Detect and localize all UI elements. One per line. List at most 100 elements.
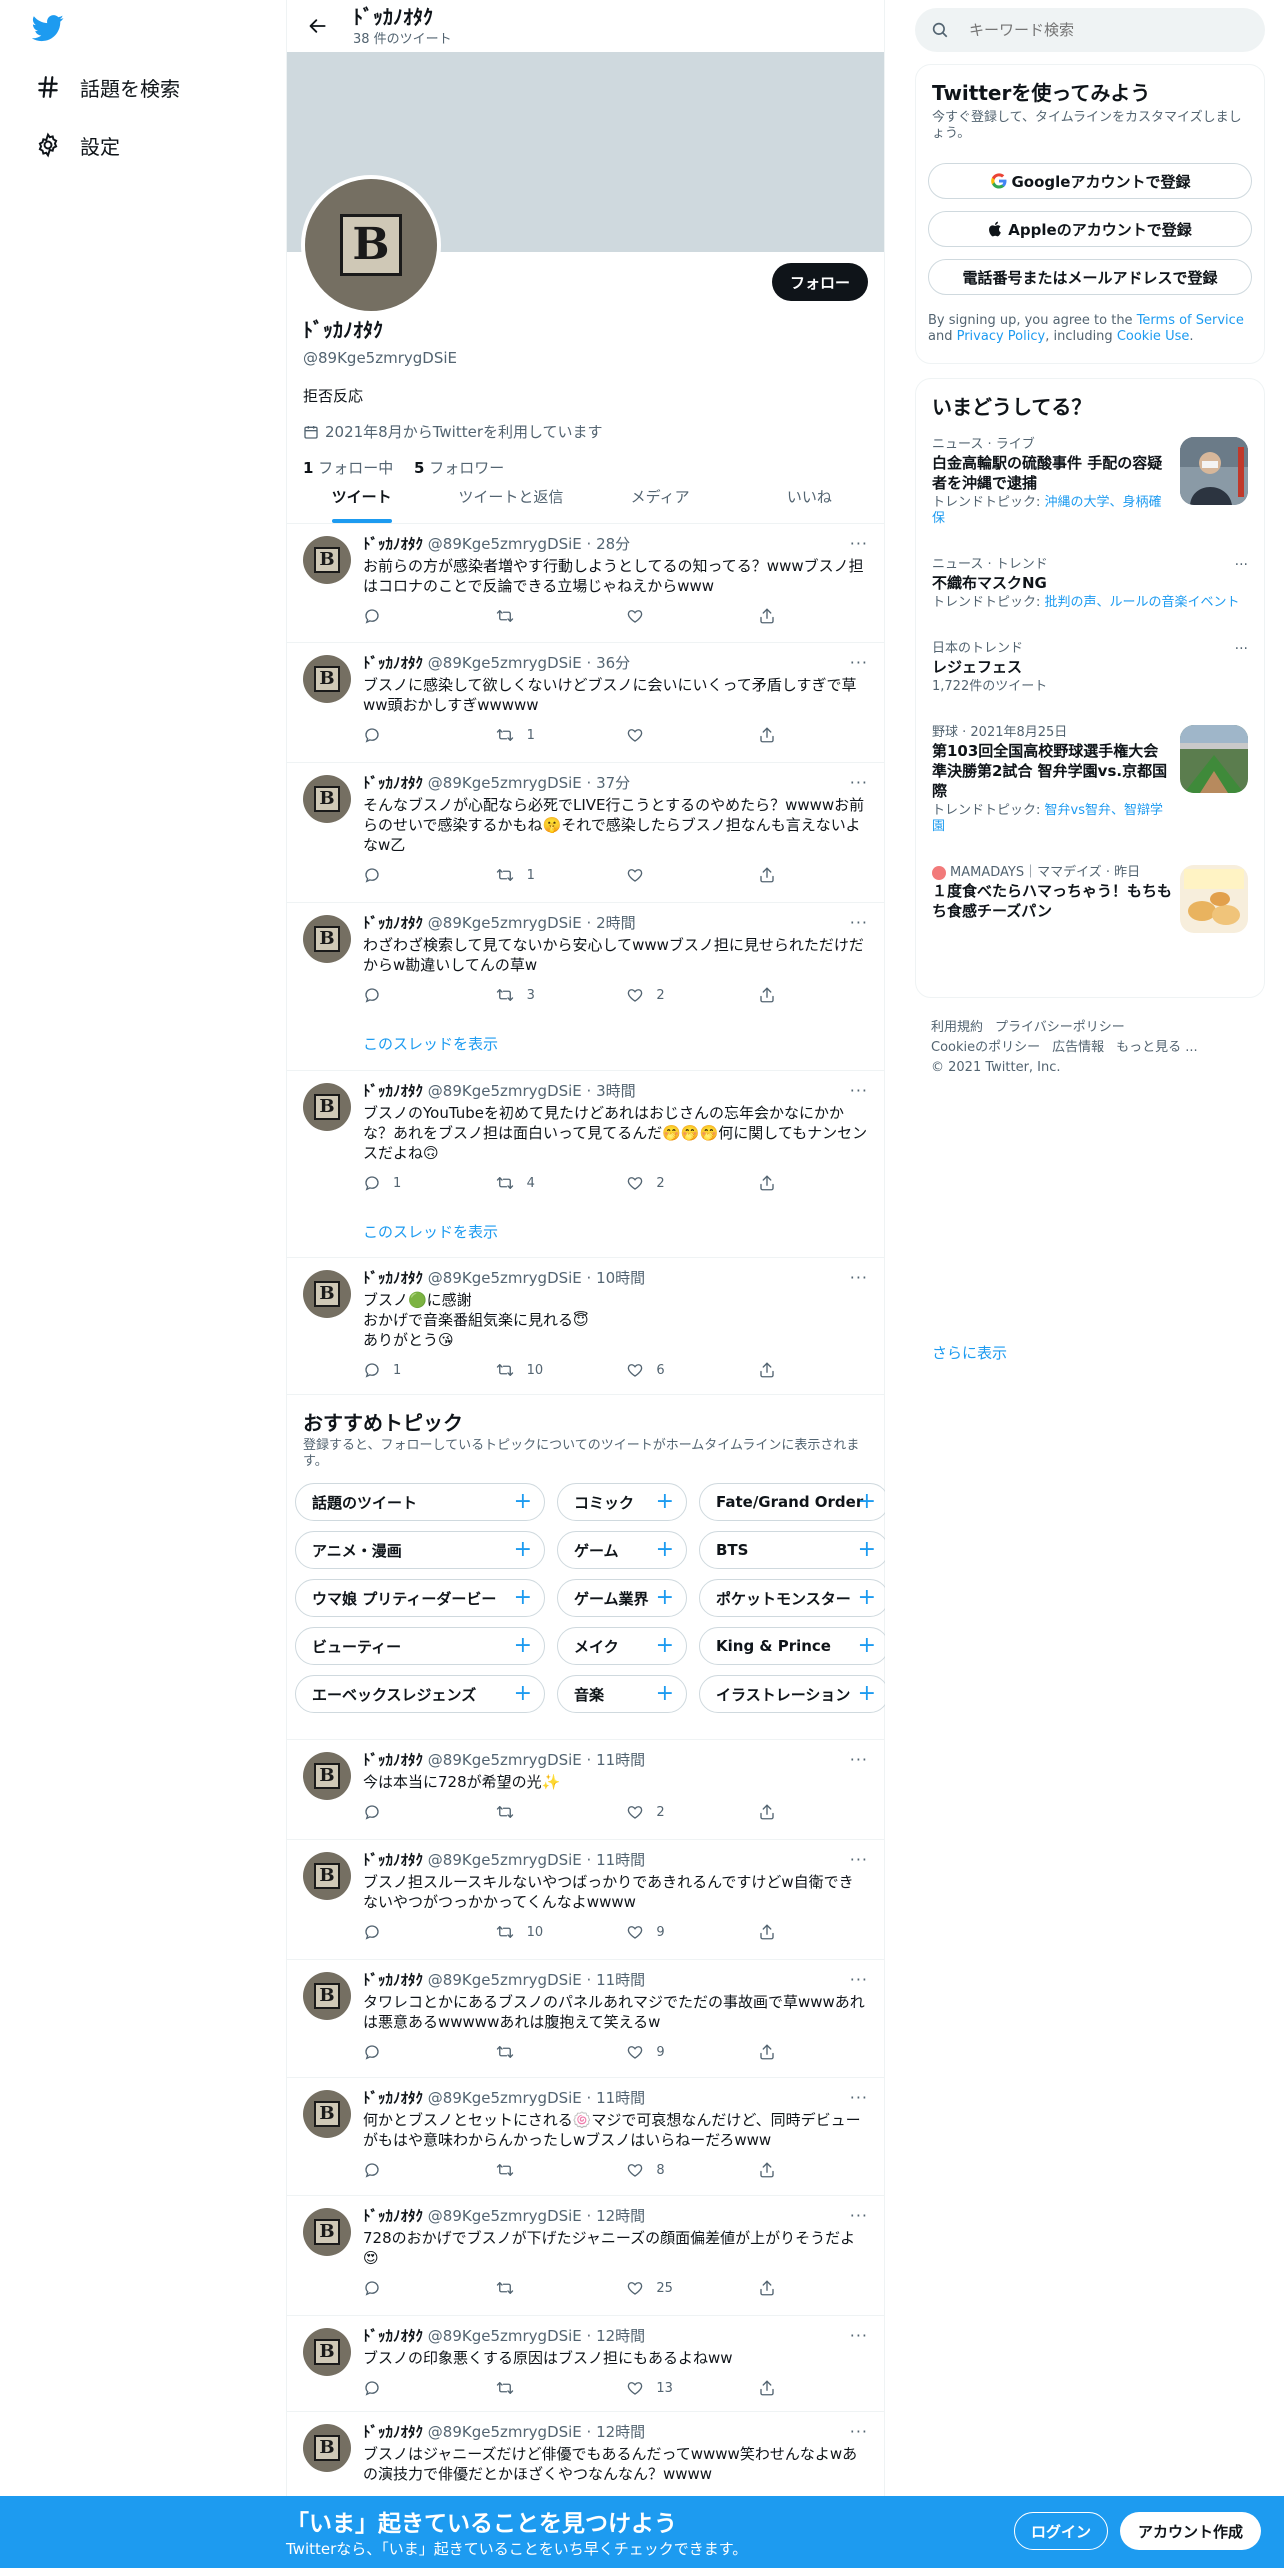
like-button[interactable]: 8	[626, 2161, 686, 2179]
more-options-icon[interactable]: ···	[850, 1970, 868, 1989]
tab-likes[interactable]: いいね	[735, 470, 884, 523]
share-button[interactable]	[758, 2379, 788, 2397]
more-options-icon[interactable]: ···	[850, 2088, 868, 2107]
tweet[interactable]: B ··· ﾄﾞｯｶﾉｵﾀｸ @89Kge5zmrygDSiE · 12時間 728の…	[287, 2196, 884, 2316]
tweet-author-name[interactable]: ﾄﾞｯｶﾉｵﾀｸ	[363, 1751, 423, 1769]
show-thread-link[interactable]: このスレッドを表示	[363, 1033, 868, 1054]
reply-button[interactable]	[363, 866, 423, 884]
like-button[interactable]: 2	[626, 1174, 686, 1192]
nav-explore[interactable]: 話題を検索	[30, 62, 180, 112]
reply-button[interactable]: 1	[363, 1174, 423, 1192]
reply-button[interactable]	[363, 1923, 423, 1941]
share-button[interactable]	[758, 1803, 788, 1821]
more-options-icon[interactable]: ···	[850, 1081, 868, 1100]
tweet-avatar[interactable]: B	[303, 915, 351, 963]
tweet-avatar[interactable]: B	[303, 2090, 351, 2138]
tweet-avatar[interactable]: B	[303, 536, 351, 584]
tweet-author-name[interactable]: ﾄﾞｯｶﾉｵﾀｸ	[363, 2327, 423, 2345]
tweet-author-name[interactable]: ﾄﾞｯｶﾉｵﾀｸ	[363, 1269, 423, 1287]
footer-link[interactable]: 利用規約	[931, 1020, 983, 1035]
privacy-policy-link[interactable]: Privacy Policy	[957, 329, 1046, 344]
trend-sub-links[interactable]: 批判の声、ルールの音楽イベント	[1045, 595, 1240, 610]
retweet-button[interactable]	[495, 2161, 555, 2179]
topic-chip[interactable]: King & Prince +	[699, 1627, 885, 1665]
plus-icon[interactable]: +	[858, 1538, 876, 1562]
tweet-author-name[interactable]: ﾄﾞｯｶﾉｵﾀｸ	[363, 654, 423, 672]
tweet-author-name[interactable]: ﾄﾞｯｶﾉｵﾀｸ	[363, 535, 423, 553]
tweet-author-name[interactable]: ﾄﾞｯｶﾉｵﾀｸ	[363, 774, 423, 792]
cookie-use-link[interactable]: Cookie Use	[1117, 329, 1190, 344]
plus-icon[interactable]: +	[858, 1682, 876, 1706]
plus-icon[interactable]: +	[514, 1682, 532, 1706]
footer-link[interactable]: もっと見る ...	[1116, 1040, 1198, 1055]
more-options-icon[interactable]: ···	[850, 1750, 868, 1769]
tweet-author-name[interactable]: ﾄﾞｯｶﾉｵﾀｸ	[363, 1082, 423, 1100]
nav-settings[interactable]: 設定	[30, 120, 120, 170]
retweet-button[interactable]: 1	[495, 726, 555, 744]
retweet-button[interactable]: 10	[495, 1923, 555, 1941]
like-button[interactable]: 6	[626, 1361, 686, 1379]
more-options-icon[interactable]: ···	[850, 2206, 868, 2225]
plus-icon[interactable]: +	[656, 1634, 674, 1658]
tweet-author-name[interactable]: ﾄﾞｯｶﾉｵﾀｸ	[363, 2207, 423, 2225]
topic-chip[interactable]: イラストレーション +	[699, 1675, 885, 1713]
like-button[interactable]: 9	[626, 1923, 686, 1941]
more-options-icon[interactable]: ···	[850, 2326, 868, 2345]
tab-media[interactable]: メディア	[586, 470, 735, 523]
more-options-icon[interactable]: ···	[850, 534, 868, 553]
topic-chip[interactable]: アニメ・漫画 +	[295, 1531, 545, 1569]
plus-icon[interactable]: +	[656, 1490, 674, 1514]
topic-chip[interactable]: メイク +	[557, 1627, 687, 1665]
more-options-icon[interactable]: ···	[850, 1850, 868, 1869]
tweet[interactable]: B ··· ﾄﾞｯｶﾉｵﾀｸ @89Kge5zmrygDSiE · 36分 ブスノに感…	[287, 643, 884, 763]
plus-icon[interactable]: +	[858, 1586, 876, 1610]
like-button[interactable]: 13	[626, 2379, 686, 2397]
retweet-button[interactable]: 1	[495, 866, 555, 884]
tweet-avatar[interactable]: B	[303, 2328, 351, 2376]
trend-item[interactable]: 日本のトレンド レジェフェス 1,722件のツイート	[916, 641, 1264, 695]
reply-button[interactable]	[363, 986, 423, 1004]
retweet-button[interactable]: 4	[495, 1174, 555, 1192]
tweet-avatar[interactable]: B	[303, 1083, 351, 1131]
share-button[interactable]	[758, 1923, 788, 1941]
terms-of-service-link[interactable]: Terms of Service	[1137, 313, 1244, 328]
topic-chip[interactable]: Fate/Grand Order +	[699, 1483, 885, 1521]
plus-icon[interactable]: +	[514, 1490, 532, 1514]
tweet-avatar[interactable]: B	[303, 1852, 351, 1900]
retweet-button[interactable]	[495, 2279, 555, 2297]
share-button[interactable]	[758, 2043, 788, 2061]
topic-chip[interactable]: エーベックスレジェンズ +	[295, 1675, 545, 1713]
tweet[interactable]: B ··· ﾄﾞｯｶﾉｵﾀｸ @89Kge5zmrygDSiE · 12時間 ブスノの…	[287, 2316, 884, 2412]
twitter-logo-icon[interactable]	[31, 12, 64, 44]
topic-chip[interactable]: ゲーム +	[557, 1531, 687, 1569]
like-button[interactable]: 25	[626, 2279, 686, 2297]
like-button[interactable]	[626, 607, 686, 625]
share-button[interactable]	[758, 2161, 788, 2179]
trend-more-icon[interactable]: ···	[1235, 557, 1248, 573]
reply-button[interactable]: 1	[363, 1361, 423, 1379]
reply-button[interactable]	[363, 2161, 423, 2179]
footer-link[interactable]: 広告情報	[1052, 1040, 1104, 1055]
tweet[interactable]: B ··· ﾄﾞｯｶﾉｵﾀｸ @89Kge5zmrygDSiE · 37分 そんなブス…	[287, 763, 884, 903]
topic-chip[interactable]: 話題のツイート +	[295, 1483, 545, 1521]
share-button[interactable]	[758, 607, 788, 625]
login-button[interactable]: ログイン	[1014, 2512, 1109, 2550]
tweet-author-name[interactable]: ﾄﾞｯｶﾉｵﾀｸ	[363, 2089, 423, 2107]
trend-item[interactable]: ニュース · トレンド 不織布マスクNG トレンドトピック: 批判の声、ルールの…	[916, 557, 1264, 611]
retweet-button[interactable]	[495, 2379, 555, 2397]
retweet-button[interactable]: 10	[495, 1361, 555, 1379]
share-button[interactable]	[758, 726, 788, 744]
plus-icon[interactable]: +	[858, 1634, 876, 1658]
tweet[interactable]: B ··· ﾄﾞｯｶﾉｵﾀｸ @89Kge5zmrygDSiE · 11時間 タワレコ…	[287, 1960, 884, 2078]
reply-button[interactable]	[363, 2279, 423, 2297]
plus-icon[interactable]: +	[514, 1634, 532, 1658]
tweet-avatar[interactable]: B	[303, 775, 351, 823]
more-options-icon[interactable]: ···	[850, 913, 868, 932]
share-button[interactable]	[758, 986, 788, 1004]
google-signup-button[interactable]: Googleアカウントで登録	[928, 163, 1252, 199]
tweet[interactable]: B ··· ﾄﾞｯｶﾉｵﾀｸ @89Kge5zmrygDSiE · 11時間 ブスノ担…	[287, 1840, 884, 1960]
tab-tweets[interactable]: ツイート	[287, 470, 436, 523]
footer-link[interactable]: Cookieのポリシー	[931, 1040, 1040, 1055]
topic-chip[interactable]: ゲーム業界 +	[557, 1579, 687, 1617]
show-thread-link[interactable]: このスレッドを表示	[363, 1221, 868, 1242]
